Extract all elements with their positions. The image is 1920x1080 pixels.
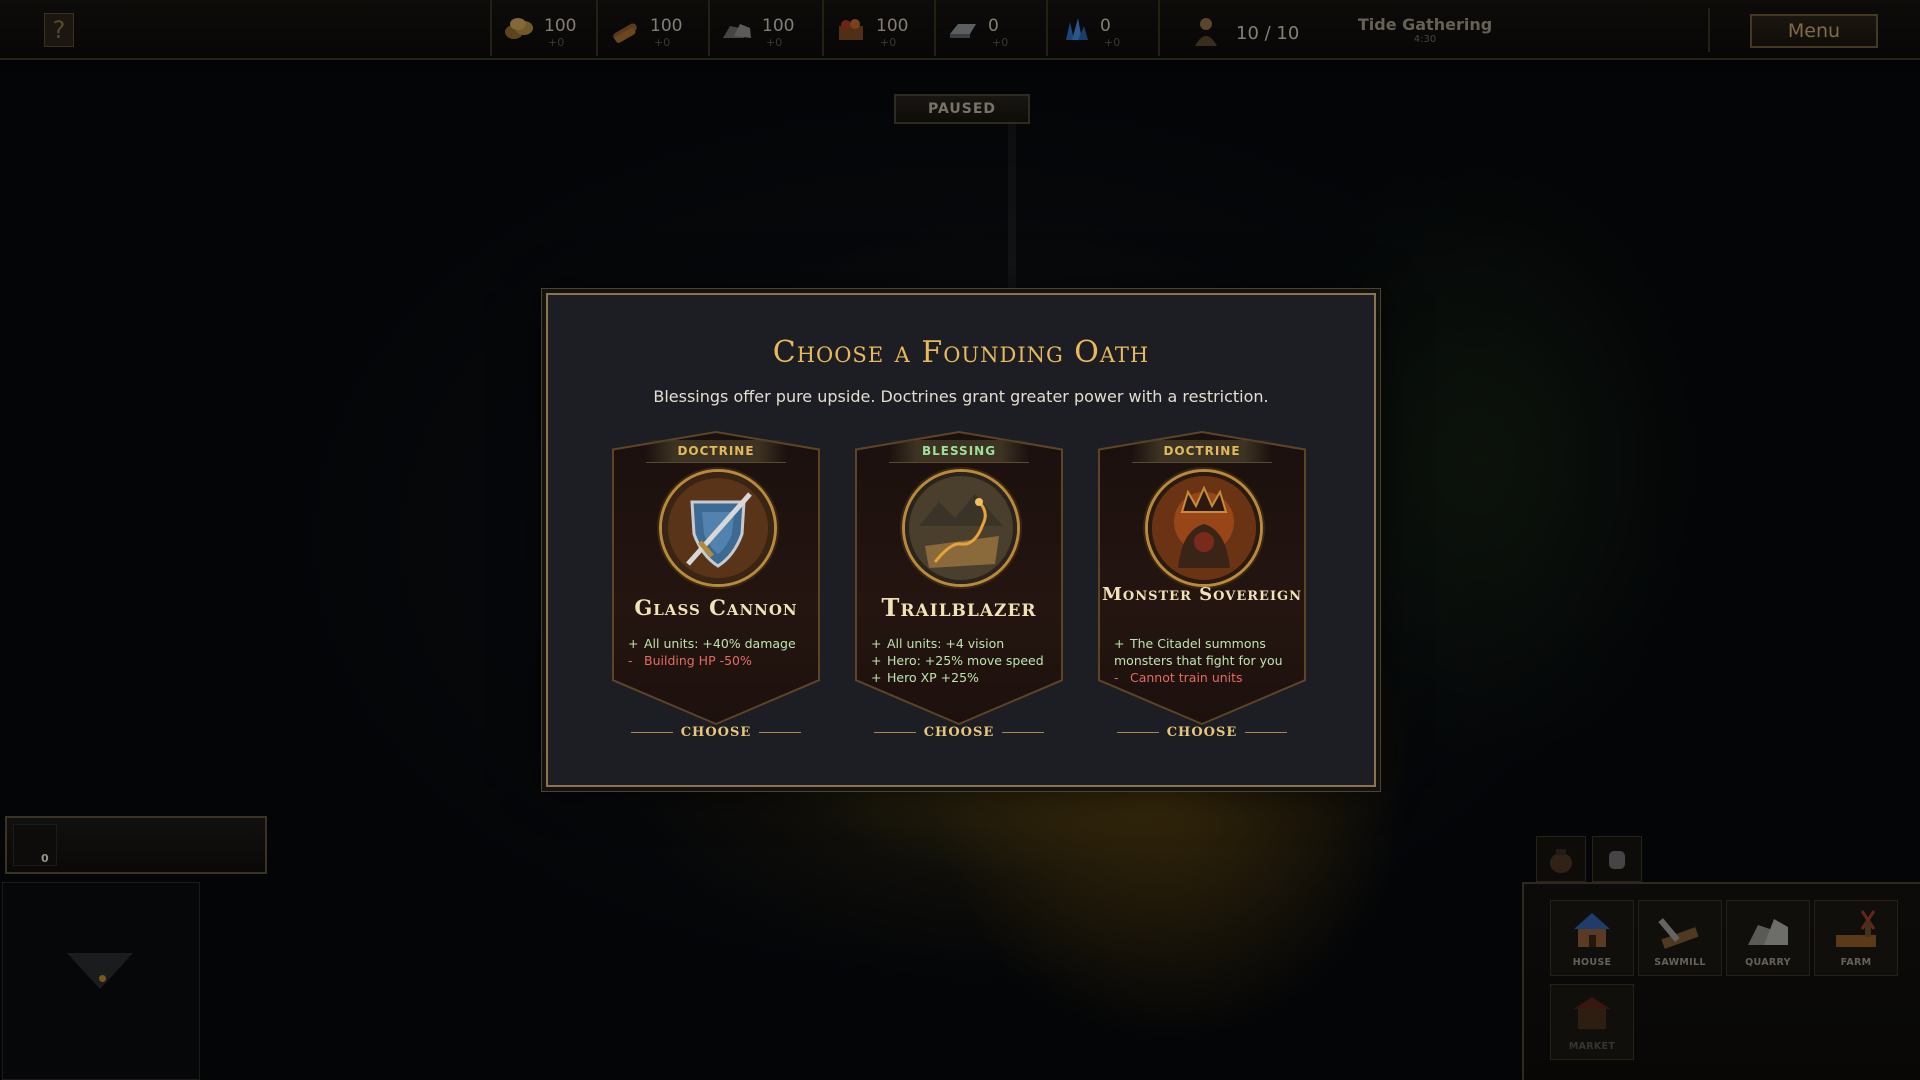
effect-text: All units: +4 vision [887, 636, 1005, 651]
effect-text: Cannot train units [1130, 670, 1243, 685]
oath-card-monster-sovereign[interactable]: DOCTRINE Monster Sovereign + The Citadel … [1098, 431, 1306, 753]
effect-sign: - [1114, 670, 1119, 685]
choose-button[interactable]: CHOOSE [614, 725, 818, 740]
effect-line: - Cannot train units [1114, 669, 1300, 686]
dialog-title: Choose a Founding Oath [772, 335, 1150, 370]
choose-button[interactable]: CHOOSE [857, 725, 1061, 740]
card-name: Trailblazer [881, 593, 1037, 622]
effect-line: - Building HP -50% [628, 652, 814, 669]
effect-text: Building HP -50% [644, 653, 752, 668]
effect-line: + The Citadel summons monsters that fight… [1114, 635, 1300, 669]
effect-text: All units: +40% damage [644, 636, 796, 651]
effect-sign: + [871, 670, 882, 685]
crowned-monster-icon [1145, 469, 1263, 587]
effect-sign: - [628, 653, 633, 668]
card-name: Glass Cannon [634, 595, 798, 620]
card-name: Monster Sovereign [1101, 584, 1303, 605]
founding-oath-dialog: Choose a Founding Oath Blessings offer p… [546, 293, 1376, 787]
map-scroll-icon [902, 469, 1020, 587]
card-effects: + All units: +40% damage - Building HP -50… [628, 635, 814, 669]
effect-text: Hero XP +25% [887, 670, 979, 685]
effect-line: + Hero XP +25% [871, 669, 1057, 686]
effect-sign: + [871, 636, 882, 651]
card-effects: + All units: +4 vision + Hero: +25% move s… [871, 635, 1057, 686]
oath-card-glass-cannon[interactable]: DOCTRINE Glass Cannon + All units: +40% d… [612, 431, 820, 753]
shield-sword-icon [659, 469, 777, 587]
effect-text: Hero: +25% move speed [887, 653, 1044, 668]
effect-sign: + [1114, 636, 1125, 651]
card-tag: BLESSING [889, 440, 1029, 463]
choose-button[interactable]: CHOOSE [1100, 725, 1304, 740]
dialog-subtitle: Blessings offer pure upside. Doctrines g… [653, 387, 1269, 406]
card-tag: DOCTRINE [646, 440, 786, 463]
card-tag: DOCTRINE [1132, 440, 1272, 463]
effect-line: + Hero: +25% move speed [871, 652, 1057, 669]
effect-line: + All units: +40% damage [628, 635, 814, 652]
effect-sign: + [871, 653, 882, 668]
effect-line: + All units: +4 vision [871, 635, 1057, 652]
card-effects: + The Citadel summons monsters that fight… [1114, 635, 1300, 686]
effect-text: The Citadel summons monsters that fight … [1114, 636, 1283, 668]
effect-sign: + [628, 636, 639, 651]
oath-card-trailblazer[interactable]: BLESSING Trailblazer + All units: +4 visi… [855, 431, 1063, 753]
